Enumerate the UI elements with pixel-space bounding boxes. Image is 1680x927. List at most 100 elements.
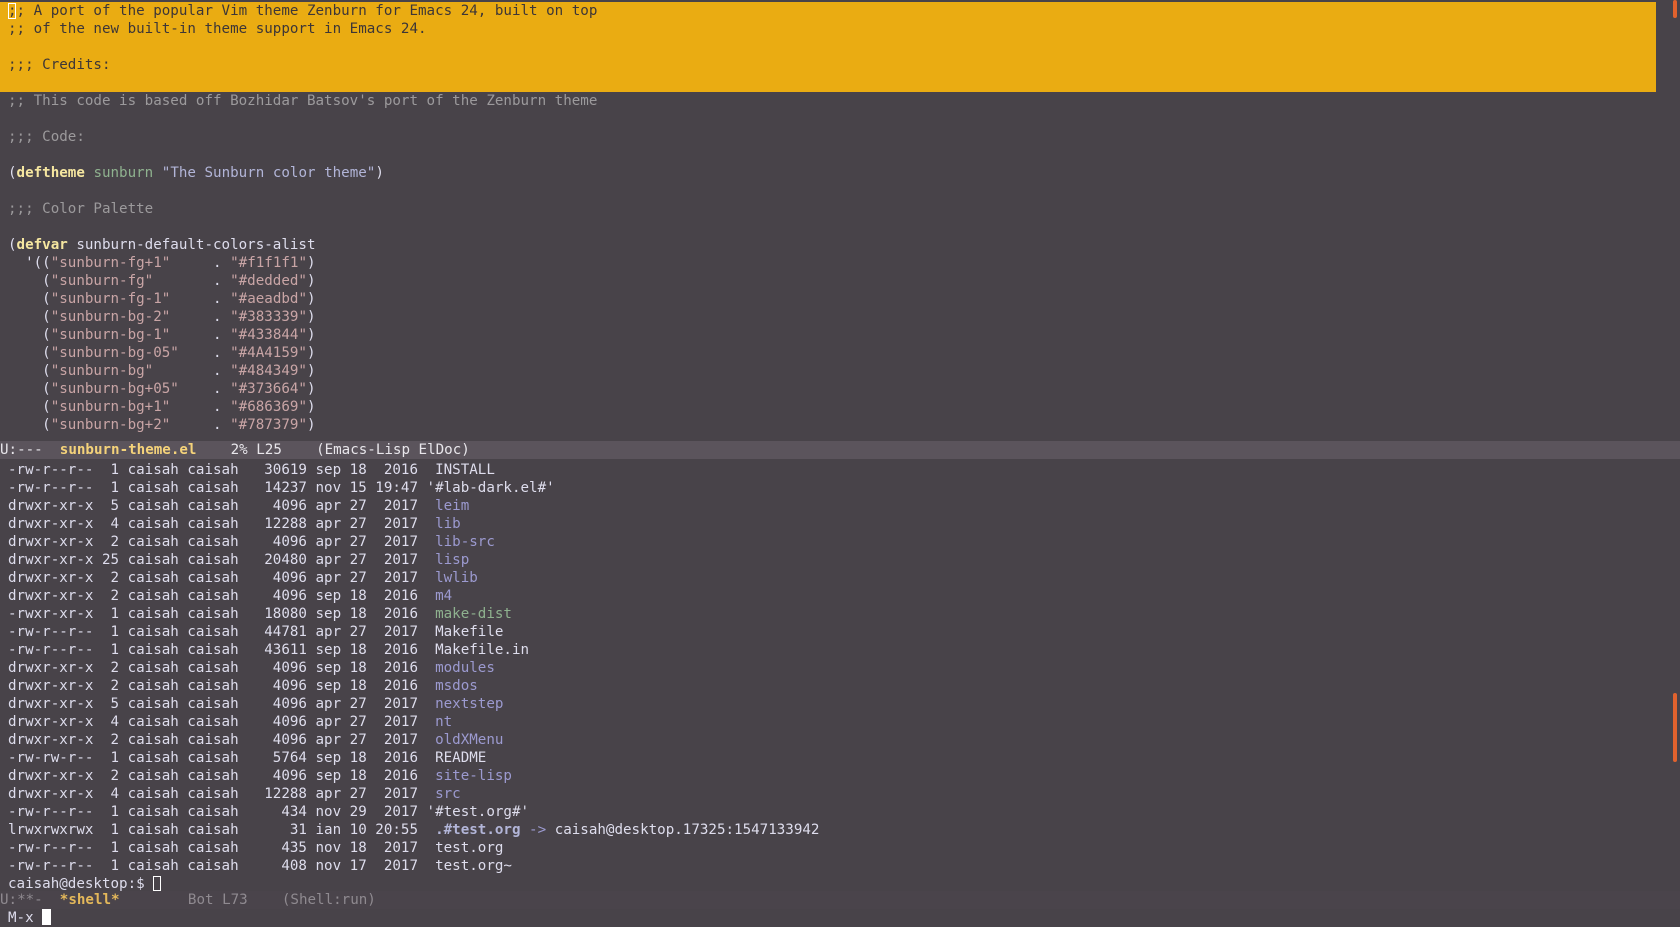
minibuffer[interactable]: M-x <box>0 909 1680 927</box>
major-mode[interactable]: (Emacs-Lisp ElDoc) <box>316 442 470 458</box>
shell-prompt-line[interactable]: caisah@desktop:$ <box>8 875 819 891</box>
editor-window[interactable]: ;; A port of the popular Vim theme Zenbu… <box>0 0 1656 441</box>
code-line: ;;; Color Palette <box>8 201 154 217</box>
mode-line-shell[interactable]: U:**- *shell* Bot L73 (Shell:run) <box>0 891 1680 909</box>
listing-row: -rw-r--r-- 1 caisah caisah 434 nov 29 20… <box>8 803 819 821</box>
file-name[interactable]: leim <box>435 498 469 514</box>
color-value: "#383339" <box>230 309 307 325</box>
separator: . <box>178 381 231 397</box>
file-name[interactable]: '#lab-dark.el#' <box>427 480 555 496</box>
listing-row: drwxr-xr-x 5 caisah caisah 4096 apr 27 2… <box>8 497 819 515</box>
file-meta: drwxr-xr-x 5 caisah caisah 4096 apr 27 2… <box>8 498 436 514</box>
scrollbar[interactable] <box>1656 0 1680 927</box>
buffer-status: U:--- <box>0 442 60 458</box>
file-name[interactable]: lisp <box>435 552 469 568</box>
color-entry: ("sunburn-bg" . "#484349") <box>8 362 597 380</box>
listing-row: drwxr-xr-x 25 caisah caisah 20480 apr 27… <box>8 551 819 569</box>
file-name[interactable]: nt <box>435 714 452 730</box>
separator: . <box>170 399 231 415</box>
color-value: "#686369" <box>230 399 307 415</box>
listing-row: drwxr-xr-x 4 caisah caisah 4096 apr 27 2… <box>8 713 819 731</box>
file-name[interactable]: test.org <box>435 840 503 856</box>
file-name[interactable]: Makefile.in <box>435 642 529 658</box>
color-entry: ("sunburn-bg-1" . "#433844") <box>8 326 597 344</box>
listing-row: -rw-r--r-- 1 caisah caisah 408 nov 17 20… <box>8 857 819 875</box>
color-value: "#373664" <box>230 381 307 397</box>
paren: ) <box>306 381 316 397</box>
minibuffer-cursor <box>42 909 52 925</box>
separator: . <box>170 417 231 433</box>
directory-listing: -rw-r--r-- 1 caisah caisah 30619 sep 18 … <box>8 461 819 875</box>
color-value: "#484349" <box>230 363 307 379</box>
color-name: "sunburn-bg+1" <box>50 399 171 415</box>
color-name: "sunburn-bg-1" <box>50 327 171 343</box>
separator: . <box>178 345 231 361</box>
color-entry: ("sunburn-fg" . "#dedded") <box>8 272 597 290</box>
listing-row: drwxr-xr-x 2 caisah caisah 4096 sep 18 2… <box>8 659 819 677</box>
color-name: "sunburn-bg+05" <box>50 381 179 397</box>
color-entry: ("sunburn-bg+2" . "#787379") <box>8 416 597 434</box>
separator: . <box>153 363 231 379</box>
listing-row: -rw-rw-r-- 1 caisah caisah 5764 sep 18 2… <box>8 749 819 767</box>
text-cursor <box>8 3 16 19</box>
separator: . <box>170 309 231 325</box>
file-name[interactable]: m4 <box>435 588 452 604</box>
file-name[interactable]: .#test.org <box>435 822 520 838</box>
file-meta: -rw-r--r-- 1 caisah caisah 44781 apr 27 … <box>8 624 436 640</box>
file-name[interactable]: '#test.org#' <box>427 804 530 820</box>
file-meta: drwxr-xr-x 2 caisah caisah 4096 sep 18 2… <box>8 678 436 694</box>
file-name[interactable]: Makefile <box>435 624 503 640</box>
listing-row: drwxr-xr-x 4 caisah caisah 12288 apr 27 … <box>8 515 819 533</box>
paren: ) <box>306 399 316 415</box>
mode-line-editor[interactable]: U:--- sunburn-theme.el 2% L25 (Emacs-Lis… <box>0 441 1680 459</box>
code-line: ;; This code is based off Bozhidar Batso… <box>8 93 598 109</box>
minibuffer-prompt: M-x <box>8 910 43 926</box>
file-name[interactable]: lib-src <box>435 534 495 550</box>
scrollbar-thumb-editor[interactable] <box>1673 0 1677 18</box>
scrollbar-thumb-shell[interactable] <box>1673 693 1677 762</box>
buffer-name[interactable]: *shell* <box>60 892 120 908</box>
file-meta: drwxr-xr-x 5 caisah caisah 4096 apr 27 2… <box>8 696 436 712</box>
shell-output[interactable]: -rw-r--r-- 1 caisah caisah 30619 sep 18 … <box>8 461 819 891</box>
color-name: "sunburn-bg-2" <box>50 309 171 325</box>
code-line: ;; of the new built-in theme support in … <box>8 21 427 37</box>
paren: ) <box>306 363 316 379</box>
file-name[interactable]: modules <box>435 660 495 676</box>
file-name[interactable]: nextstep <box>435 696 503 712</box>
file-name[interactable]: msdos <box>435 678 478 694</box>
listing-row: lrwxrwxrwx 1 caisah caisah 31 ian 10 20:… <box>8 821 819 839</box>
file-meta: drwxr-xr-x 4 caisah caisah 12288 apr 27 … <box>8 516 436 532</box>
paren: ( <box>8 237 17 253</box>
editor-text[interactable]: ;; A port of the popular Vim theme Zenbu… <box>8 2 597 434</box>
paren: ) <box>306 273 316 289</box>
file-meta: drwxr-xr-x 2 caisah caisah 4096 apr 27 2… <box>8 570 436 586</box>
file-meta: -rw-r--r-- 1 caisah caisah 43611 sep 18 … <box>8 642 436 658</box>
file-name[interactable]: lwlib <box>435 570 478 586</box>
file-name[interactable]: oldXMenu <box>435 732 503 748</box>
paren: ( <box>8 399 51 415</box>
buffer-name[interactable]: sunburn-theme.el <box>60 442 197 458</box>
file-name[interactable]: test.org~ <box>435 858 512 874</box>
code-line: ;;; Code: <box>8 129 85 145</box>
color-name: "sunburn-fg+1" <box>50 255 171 271</box>
file-name[interactable]: lib <box>435 516 461 532</box>
shell-prompt: caisah@desktop:$ <box>8 876 154 891</box>
color-value: "#aeadbd" <box>230 291 307 307</box>
paren: ( <box>8 381 51 397</box>
paren: ( <box>8 363 51 379</box>
file-name[interactable]: src <box>435 786 461 802</box>
color-value: "#dedded" <box>230 273 307 289</box>
major-mode[interactable]: (Shell:run) <box>282 892 376 908</box>
color-name: "sunburn-bg+2" <box>50 417 171 433</box>
shell-window[interactable]: -rw-r--r-- 1 caisah caisah 30619 sep 18 … <box>0 459 1656 891</box>
file-name[interactable]: site-lisp <box>435 768 512 784</box>
file-name[interactable]: make-dist <box>435 606 512 622</box>
file-name[interactable]: INSTALL <box>435 462 495 478</box>
listing-row: drwxr-xr-x 2 caisah caisah 4096 apr 27 2… <box>8 731 819 749</box>
file-name[interactable]: README <box>435 750 486 766</box>
color-name: "sunburn-bg" <box>50 363 154 379</box>
paren: ( <box>8 273 51 289</box>
